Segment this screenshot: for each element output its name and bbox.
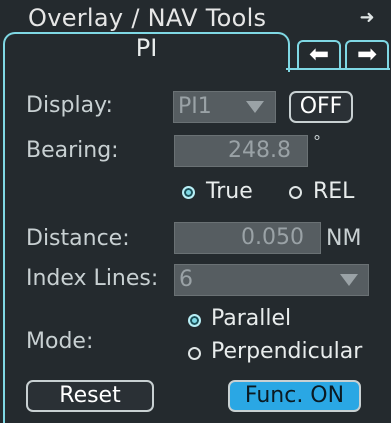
display-label: Display: [26, 93, 113, 118]
display-value: PI1 [178, 94, 212, 119]
arrow-right-icon: ➡ [356, 40, 378, 68]
true-radio-label: True [206, 179, 253, 204]
perpendicular-radio-label: Perpendicular [211, 339, 363, 364]
reset-button[interactable]: Reset [26, 380, 154, 412]
true-radio[interactable] [182, 186, 195, 199]
display-off-button[interactable]: OFF [289, 91, 353, 123]
parallel-radio[interactable] [188, 314, 201, 327]
arrow-right-icon[interactable]: ➜ [355, 6, 379, 30]
tab-prev-button[interactable]: ⬅ [297, 40, 341, 68]
perpendicular-radio[interactable] [188, 347, 201, 360]
overlay-nav-tools-panel: Overlay / NAV Tools ➜ PI ⬅ ➡ Display: PI… [0, 0, 391, 423]
bearing-label: Bearing: [26, 138, 119, 163]
func-on-button[interactable]: Func. ON [228, 380, 361, 412]
chevron-down-icon [246, 101, 264, 113]
parallel-radio-label: Parallel [211, 306, 292, 331]
chevron-down-icon [340, 274, 358, 286]
degree-unit: ° [313, 132, 321, 151]
window-title: Overlay / NAV Tools [28, 4, 267, 32]
arrow-left-icon: ⬅ [308, 40, 330, 68]
nm-unit: NM [326, 226, 362, 251]
bearing-field[interactable]: 248.8 [174, 135, 308, 167]
tab-divider [286, 68, 390, 70]
rel-radio-label: REL [313, 179, 355, 204]
index-lines-value: 6 [179, 267, 193, 292]
distance-label: Distance: [26, 226, 130, 251]
mode-label: Mode: [26, 329, 94, 354]
distance-field[interactable]: 0.050 [174, 222, 321, 254]
index-lines-label: Index Lines: [26, 266, 159, 291]
tab-next-button[interactable]: ➡ [345, 40, 389, 68]
rel-radio[interactable] [289, 186, 302, 199]
tab-pi-label: PI [135, 34, 158, 62]
